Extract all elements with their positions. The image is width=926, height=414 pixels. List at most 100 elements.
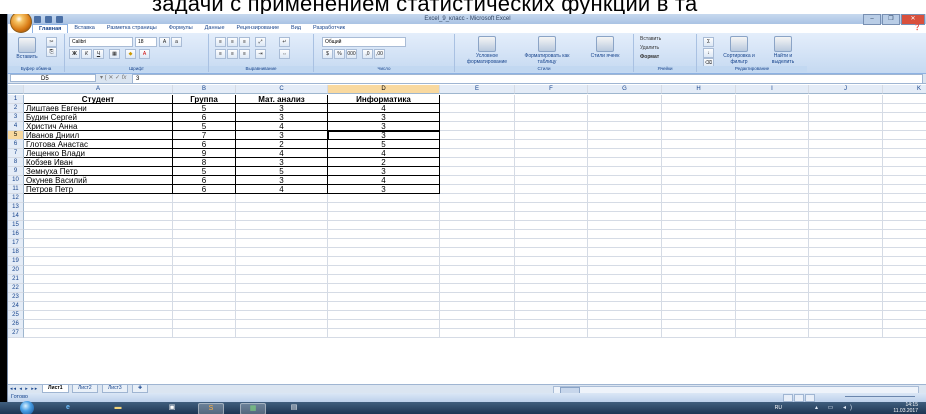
cell-k9[interactable] — [883, 167, 926, 176]
cell-k18[interactable] — [883, 248, 926, 257]
cell-a26[interactable] — [24, 320, 173, 329]
row-header-25[interactable]: 25 — [8, 311, 24, 320]
cell-i5[interactable] — [736, 131, 809, 140]
cell-f12[interactable] — [515, 194, 588, 203]
cell-e26[interactable] — [440, 320, 515, 329]
cell-b22[interactable] — [173, 284, 236, 293]
cell-d2[interactable]: 4 — [328, 104, 440, 113]
clock[interactable]: 14:15 11.03.2017 — [893, 402, 918, 414]
cell-k24[interactable] — [883, 302, 926, 311]
cell-e23[interactable] — [440, 293, 515, 302]
cell-i9[interactable] — [736, 167, 809, 176]
page-layout-view-icon[interactable] — [794, 394, 804, 402]
cell-e25[interactable] — [440, 311, 515, 320]
cell-b23[interactable] — [173, 293, 236, 302]
cell-b15[interactable] — [173, 221, 236, 230]
cell-h4[interactable] — [662, 122, 736, 131]
cell-a23[interactable] — [24, 293, 173, 302]
office-button[interactable] — [10, 14, 32, 33]
cell-e2[interactable] — [440, 104, 515, 113]
cell-g26[interactable] — [588, 320, 662, 329]
tray-icons[interactable]: ▴ ▭ ◂) — [815, 404, 856, 411]
sheet-tab-1[interactable]: Лист1 — [42, 385, 69, 393]
cell-e11[interactable] — [440, 185, 515, 194]
cell-j2[interactable] — [809, 104, 883, 113]
cell-e5[interactable] — [440, 131, 515, 140]
cell-b27[interactable] — [173, 329, 236, 338]
name-box[interactable]: D5 — [10, 74, 96, 82]
cell-g9[interactable] — [588, 167, 662, 176]
cell-d21[interactable] — [328, 275, 440, 284]
column-header-j[interactable]: J — [809, 85, 883, 94]
cell-i27[interactable] — [736, 329, 809, 338]
cell-d24[interactable] — [328, 302, 440, 311]
cell-b21[interactable] — [173, 275, 236, 284]
delete-cells-button[interactable]: Удалить — [640, 45, 659, 51]
cell-j26[interactable] — [809, 320, 883, 329]
fill-icon[interactable]: ↓ — [703, 48, 714, 58]
cell-d13[interactable] — [328, 203, 440, 212]
cell-c20[interactable] — [236, 266, 328, 275]
cell-e14[interactable] — [440, 212, 515, 221]
cell-k14[interactable] — [883, 212, 926, 221]
cell-h10[interactable] — [662, 176, 736, 185]
decrease-decimal-icon[interactable]: ,00 — [374, 49, 385, 59]
cell-c1[interactable]: Мат. анализ — [236, 95, 328, 104]
cell-b20[interactable] — [173, 266, 236, 275]
cell-i13[interactable] — [736, 203, 809, 212]
copy-icon[interactable]: ⎘ — [46, 47, 57, 57]
cell-c27[interactable] — [236, 329, 328, 338]
cell-i20[interactable] — [736, 266, 809, 275]
cell-k19[interactable] — [883, 257, 926, 266]
cell-k8[interactable] — [883, 158, 926, 167]
cell-b12[interactable] — [173, 194, 236, 203]
cell-c8[interactable]: 3 — [236, 158, 328, 167]
cell-k3[interactable] — [883, 113, 926, 122]
italic-icon[interactable]: К — [81, 49, 92, 59]
cell-f7[interactable] — [515, 149, 588, 158]
cell-k12[interactable] — [883, 194, 926, 203]
align-bottom-icon[interactable]: ≡ — [239, 37, 250, 47]
tab-developer[interactable]: Разработчик — [307, 24, 351, 33]
cell-i17[interactable] — [736, 239, 809, 248]
tab-insert[interactable]: Вставка — [68, 24, 100, 33]
cell-b1[interactable]: Группа — [173, 95, 236, 104]
cell-a19[interactable] — [24, 257, 173, 266]
align-middle-icon[interactable]: ≡ — [227, 37, 238, 47]
cell-j1[interactable] — [809, 95, 883, 104]
cell-g18[interactable] — [588, 248, 662, 257]
cell-f26[interactable] — [515, 320, 588, 329]
cell-e20[interactable] — [440, 266, 515, 275]
cell-g22[interactable] — [588, 284, 662, 293]
cell-c25[interactable] — [236, 311, 328, 320]
row-header-5[interactable]: 5 — [8, 131, 24, 140]
row-header-1[interactable]: 1 — [8, 95, 24, 104]
cell-d12[interactable] — [328, 194, 440, 203]
cell-d11[interactable]: 3 — [328, 185, 440, 194]
column-header-c[interactable]: C — [236, 85, 328, 94]
cell-h17[interactable] — [662, 239, 736, 248]
cell-f23[interactable] — [515, 293, 588, 302]
cell-c23[interactable] — [236, 293, 328, 302]
cell-h5[interactable] — [662, 131, 736, 140]
cell-c22[interactable] — [236, 284, 328, 293]
cell-j4[interactable] — [809, 122, 883, 131]
sheet-tab-2[interactable]: Лист2 — [72, 385, 98, 393]
row-header-18[interactable]: 18 — [8, 248, 24, 257]
cell-g3[interactable] — [588, 113, 662, 122]
cell-f15[interactable] — [515, 221, 588, 230]
cell-e6[interactable] — [440, 140, 515, 149]
cell-j12[interactable] — [809, 194, 883, 203]
cell-g23[interactable] — [588, 293, 662, 302]
row-header-17[interactable]: 17 — [8, 239, 24, 248]
cell-d25[interactable] — [328, 311, 440, 320]
cell-g24[interactable] — [588, 302, 662, 311]
cell-a15[interactable] — [24, 221, 173, 230]
cell-j11[interactable] — [809, 185, 883, 194]
cell-k13[interactable] — [883, 203, 926, 212]
cell-j13[interactable] — [809, 203, 883, 212]
cell-c10[interactable]: 3 — [236, 176, 328, 185]
tab-data[interactable]: Данные — [199, 24, 231, 33]
formula-input[interactable]: 3 — [132, 74, 923, 84]
align-top-icon[interactable]: ≡ — [215, 37, 226, 47]
